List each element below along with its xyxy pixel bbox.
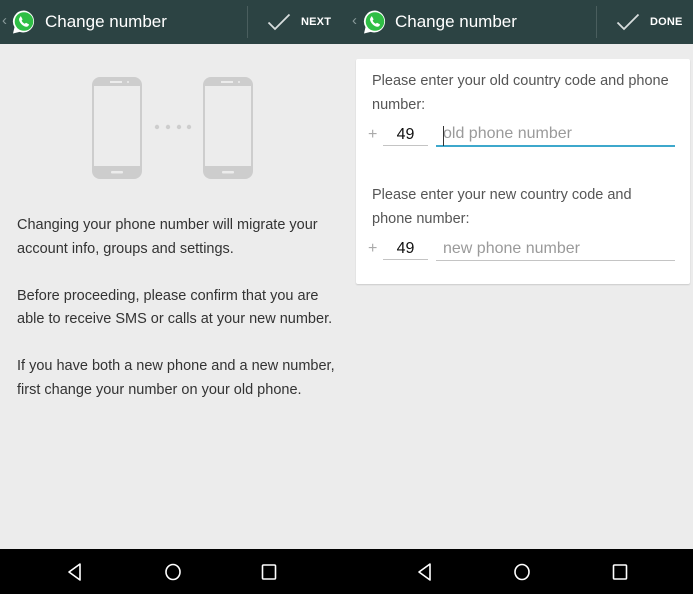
- action-divider: [247, 6, 248, 38]
- info-paragraph-migrate: Changing your phone number will migrate …: [17, 217, 318, 257]
- action-divider: [596, 6, 597, 38]
- info-paragraph-old-phone: If you have both a new phone and a new n…: [17, 358, 335, 398]
- phone-number-form-card: Please enter your old country code and p…: [356, 59, 690, 284]
- system-nav-bar: [0, 549, 347, 594]
- old-phone-icon: [92, 77, 142, 179]
- change-number-entry-screen: ‹ Change number DONE Please enter your o…: [347, 0, 693, 594]
- chevron-left-icon[interactable]: ‹: [352, 11, 360, 31]
- old-number-prompt: Please enter your old country code and p…: [372, 73, 669, 113]
- done-label: DONE: [650, 16, 683, 28]
- phone-to-phone-illustration: [92, 77, 253, 179]
- next-label: NEXT: [301, 16, 332, 28]
- checkmark-icon: [267, 13, 291, 31]
- chevron-left-icon[interactable]: ‹: [2, 11, 10, 31]
- new-phone-number-input[interactable]: [436, 237, 675, 261]
- new-phone-icon: [203, 77, 253, 179]
- nav-home-circle-icon[interactable]: [511, 561, 533, 583]
- action-bar: ‹ Change number NEXT: [0, 0, 347, 44]
- info-text: Changing your phone number will migrate …: [17, 214, 337, 426]
- new-plus-sign: +: [368, 240, 378, 257]
- transfer-dots-icon: [154, 124, 192, 130]
- nav-recents-square-icon[interactable]: [258, 561, 280, 583]
- action-bar: ‹ Change number DONE: [347, 0, 693, 44]
- new-number-prompt: Please enter your new country code and p…: [372, 187, 632, 227]
- checkmark-icon: [616, 13, 640, 31]
- text-cursor: [443, 126, 444, 146]
- old-country-code-input[interactable]: [383, 124, 428, 146]
- nav-home-circle-icon[interactable]: [162, 561, 184, 583]
- system-nav-bar: [347, 549, 693, 594]
- info-paragraph-confirm: Before proceeding, please confirm that y…: [17, 287, 333, 328]
- next-button[interactable]: NEXT: [249, 0, 347, 44]
- nav-back-triangle-icon[interactable]: [64, 561, 86, 583]
- new-country-code-input[interactable]: [383, 238, 428, 260]
- whatsapp-logo-icon[interactable]: [361, 8, 389, 36]
- page-title: Change number: [395, 12, 517, 31]
- nav-back-triangle-icon[interactable]: [414, 561, 436, 583]
- page-title: Change number: [45, 12, 167, 31]
- old-plus-sign: +: [368, 126, 378, 143]
- whatsapp-logo-icon[interactable]: [10, 8, 38, 36]
- nav-recents-square-icon[interactable]: [609, 561, 631, 583]
- old-phone-number-input[interactable]: [436, 123, 675, 147]
- done-button[interactable]: DONE: [598, 0, 693, 44]
- change-number-info-screen: ‹ Change number NEXT Changing your phone…: [0, 0, 347, 594]
